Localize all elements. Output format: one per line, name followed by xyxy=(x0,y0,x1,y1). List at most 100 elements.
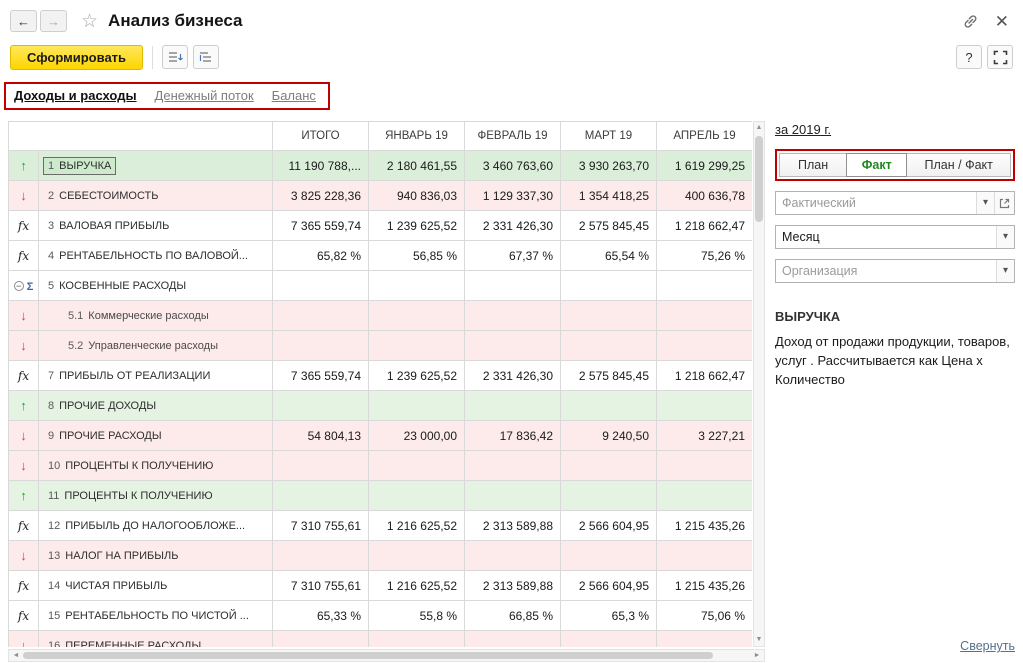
tab-balance[interactable]: Баланс xyxy=(272,88,316,103)
fullscreen-button[interactable] xyxy=(987,45,1013,69)
mode-plan-fact-button[interactable]: План / Факт xyxy=(906,153,1011,177)
back-button[interactable]: ← xyxy=(10,10,37,32)
value-cell[interactable] xyxy=(369,481,465,511)
value-cell[interactable] xyxy=(465,541,561,571)
row-name-cell[interactable]: 4РЕНТАБЕЛЬНОСТЬ ПО ВАЛОВОЙ... xyxy=(39,241,273,271)
value-cell[interactable] xyxy=(657,331,753,361)
value-cell[interactable] xyxy=(561,451,657,481)
value-cell[interactable] xyxy=(273,391,369,421)
value-cell[interactable]: 7 310 755,61 xyxy=(273,511,369,541)
value-cell[interactable]: 7 365 559,74 xyxy=(273,211,369,241)
value-cell[interactable]: 23 000,00 xyxy=(369,421,465,451)
row-name-cell[interactable]: 2СЕБЕСТОИМОСТЬ xyxy=(39,181,273,211)
value-cell[interactable]: 2 313 589,88 xyxy=(465,511,561,541)
table-row[interactable]: −Σ5КОСВЕННЫЕ РАСХОДЫ xyxy=(9,271,753,301)
collapse-link[interactable]: Свернуть xyxy=(960,639,1015,653)
value-cell[interactable]: 2 566 604,95 xyxy=(561,571,657,601)
table-row[interactable]: ↓9ПРОЧИЕ РАСХОДЫ54 804,1323 000,0017 836… xyxy=(9,421,753,451)
value-cell[interactable]: 3 930 263,70 xyxy=(561,151,657,181)
value-cell[interactable] xyxy=(561,301,657,331)
table-row[interactable]: fx4РЕНТАБЕЛЬНОСТЬ ПО ВАЛОВОЙ...65,82 %56… xyxy=(9,241,753,271)
column-header[interactable]: АПРЕЛЬ 19 xyxy=(657,122,753,151)
value-cell[interactable]: 3 460 763,60 xyxy=(465,151,561,181)
value-cell[interactable]: 67,37 % xyxy=(465,241,561,271)
value-cell[interactable]: 1 215 435,26 xyxy=(657,571,753,601)
row-name-cell[interactable]: 13НАЛОГ НА ПРИБЫЛЬ xyxy=(39,541,273,571)
value-cell[interactable] xyxy=(561,541,657,571)
row-name-cell[interactable]: 10ПРОЦЕНТЫ К ПОЛУЧЕНИЮ xyxy=(39,451,273,481)
value-cell[interactable] xyxy=(561,391,657,421)
row-name-cell[interactable]: 12ПРИБЫЛЬ ДО НАЛОГООБЛОЖЕ... xyxy=(39,511,273,541)
value-cell[interactable] xyxy=(465,631,561,648)
value-cell[interactable] xyxy=(561,331,657,361)
value-cell[interactable]: 7 310 755,61 xyxy=(273,571,369,601)
report-structure-button[interactable] xyxy=(193,45,219,69)
value-cell[interactable] xyxy=(657,451,753,481)
mode-plan-button[interactable]: План xyxy=(779,153,847,177)
row-name-cell[interactable]: 5.2Управленческие расходы xyxy=(39,331,273,361)
table-row[interactable]: ↑1ВЫРУЧКА11 190 788,...2 180 461,553 460… xyxy=(9,151,753,181)
scroll-down-icon[interactable]: ▼ xyxy=(756,634,763,646)
table-row[interactable]: ↓13НАЛОГ НА ПРИБЫЛЬ xyxy=(9,541,753,571)
value-cell[interactable] xyxy=(657,631,753,648)
row-name-cell[interactable]: 15РЕНТАБЕЛЬНОСТЬ ПО ЧИСТОЙ ... xyxy=(39,601,273,631)
value-cell[interactable] xyxy=(273,331,369,361)
value-cell[interactable] xyxy=(273,541,369,571)
value-cell[interactable]: 1 216 625,52 xyxy=(369,571,465,601)
column-header[interactable]: ИТОГО xyxy=(273,122,369,151)
value-cell[interactable]: 1 239 625,52 xyxy=(369,211,465,241)
column-header[interactable]: МАРТ 19 xyxy=(561,122,657,151)
row-name-cell[interactable]: 8ПРОЧИЕ ДОХОДЫ xyxy=(39,391,273,421)
table-row[interactable]: ↓16ПЕРЕМЕННЫЕ РАСХОДЫ xyxy=(9,631,753,648)
table-row[interactable]: fx14ЧИСТАЯ ПРИБЫЛЬ7 310 755,611 216 625,… xyxy=(9,571,753,601)
value-cell[interactable]: 2 575 845,45 xyxy=(561,211,657,241)
value-cell[interactable] xyxy=(561,271,657,301)
help-button[interactable]: ? xyxy=(956,45,982,69)
value-cell[interactable]: 1 619 299,25 xyxy=(657,151,753,181)
value-cell[interactable] xyxy=(369,541,465,571)
value-cell[interactable] xyxy=(369,331,465,361)
value-cell[interactable]: 17 836,42 xyxy=(465,421,561,451)
forward-button[interactable]: → xyxy=(40,10,67,32)
value-cell[interactable] xyxy=(273,631,369,648)
tab-cash-flow[interactable]: Денежный поток xyxy=(155,88,254,103)
scroll-up-icon[interactable]: ▲ xyxy=(756,122,763,134)
value-cell[interactable] xyxy=(657,301,753,331)
value-cell[interactable] xyxy=(657,391,753,421)
vertical-scroll-thumb[interactable] xyxy=(755,136,763,222)
table-row[interactable]: ↓5.1Коммерческие расходы xyxy=(9,301,753,331)
mode-fact-button[interactable]: Факт xyxy=(846,153,907,177)
value-cell[interactable] xyxy=(561,631,657,648)
value-cell[interactable]: 7 365 559,74 xyxy=(273,361,369,391)
value-cell[interactable] xyxy=(561,481,657,511)
value-cell[interactable]: 940 836,03 xyxy=(369,181,465,211)
open-scenario-icon[interactable] xyxy=(994,192,1014,214)
table-row[interactable]: fx12ПРИБЫЛЬ ДО НАЛОГООБЛОЖЕ...7 310 755,… xyxy=(9,511,753,541)
horizontal-scrollbar[interactable]: ◄ ► xyxy=(8,649,765,662)
value-cell[interactable] xyxy=(657,271,753,301)
tab-income-expenses[interactable]: Доходы и расходы xyxy=(14,88,137,103)
row-name-cell[interactable]: 5КОСВЕННЫЕ РАСХОДЫ xyxy=(39,271,273,301)
scroll-left-icon[interactable]: ◄ xyxy=(9,650,23,662)
value-cell[interactable] xyxy=(465,481,561,511)
value-cell[interactable]: 2 313 589,88 xyxy=(465,571,561,601)
value-cell[interactable]: 65,3 % xyxy=(561,601,657,631)
value-cell[interactable]: 75,06 % xyxy=(657,601,753,631)
value-cell[interactable]: 2 331 426,30 xyxy=(465,361,561,391)
value-cell[interactable]: 1 218 662,47 xyxy=(657,361,753,391)
value-cell[interactable]: 1 239 625,52 xyxy=(369,361,465,391)
column-header[interactable]: ЯНВАРЬ 19 xyxy=(369,122,465,151)
value-cell[interactable] xyxy=(369,391,465,421)
table-row[interactable]: ↓5.2Управленческие расходы xyxy=(9,331,753,361)
value-cell[interactable]: 9 240,50 xyxy=(561,421,657,451)
value-cell[interactable]: 65,33 % xyxy=(273,601,369,631)
table-row[interactable]: fx3ВАЛОВАЯ ПРИБЫЛЬ7 365 559,741 239 625,… xyxy=(9,211,753,241)
close-icon[interactable]: ✕ xyxy=(995,13,1009,30)
row-name-cell[interactable]: 1ВЫРУЧКА xyxy=(39,151,273,181)
row-name-cell[interactable]: 9ПРОЧИЕ РАСХОДЫ xyxy=(39,421,273,451)
favorite-star-icon[interactable]: ☆ xyxy=(81,10,98,33)
value-cell[interactable] xyxy=(465,331,561,361)
value-cell[interactable]: 2 180 461,55 xyxy=(369,151,465,181)
table-row[interactable]: ↑11ПРОЦЕНТЫ К ПОЛУЧЕНИЮ xyxy=(9,481,753,511)
table-row[interactable]: ↓2СЕБЕСТОИМОСТЬ3 825 228,36940 836,031 1… xyxy=(9,181,753,211)
